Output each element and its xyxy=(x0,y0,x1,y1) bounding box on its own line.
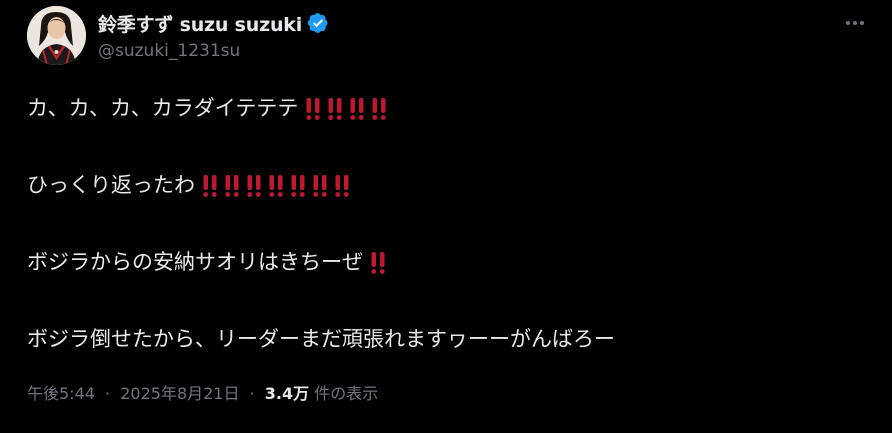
double-exclamation-icon xyxy=(326,96,344,122)
double-exclamation-icon xyxy=(304,96,322,122)
tweet-paragraph-4: ボジラ倒せたから、リーダーまだ頑張れますヮーーがんばろー xyxy=(27,319,872,358)
emoji-group xyxy=(300,89,388,127)
double-exclamation-icon xyxy=(333,173,351,199)
verified-badge-icon xyxy=(307,12,329,34)
double-exclamation-icon xyxy=(311,173,329,199)
separator: · xyxy=(105,384,111,403)
handle[interactable]: @suzuki_1231su xyxy=(98,41,329,61)
more-options-icon[interactable] xyxy=(838,6,872,40)
double-exclamation-icon xyxy=(348,96,366,122)
emoji-group xyxy=(197,166,351,204)
display-name[interactable]: 鈴季すず suzu suzuki xyxy=(98,10,302,37)
tweet-header: 鈴季すず suzu suzuki @suzuki_1231su xyxy=(27,6,872,66)
double-exclamation-icon xyxy=(201,173,219,199)
tweet-time[interactable]: 午後5:44 xyxy=(27,384,95,403)
tweet-card: 鈴季すず suzu suzuki @suzuki_1231su カ、カ、カ、カラ… xyxy=(0,0,892,433)
paragraph-text: ひっくり返ったわ xyxy=(27,173,195,197)
paragraph-text: ボジラからの安納サオリはきちーぜ xyxy=(27,250,363,274)
avatar[interactable] xyxy=(27,6,86,65)
double-exclamation-icon xyxy=(370,96,388,122)
tweet-paragraph-2: ひっくり返ったわ xyxy=(27,165,872,204)
double-exclamation-icon xyxy=(267,173,285,199)
name-row: 鈴季すず suzu suzuki xyxy=(98,10,329,36)
double-exclamation-icon xyxy=(245,173,263,199)
double-exclamation-icon xyxy=(223,173,241,199)
tweet-paragraph-3: ボジラからの安納サオリはきちーぜ xyxy=(27,242,872,281)
views-label: 件の表示 xyxy=(314,384,379,403)
tweet-text: カ、カ、カ、カラダイテテテ ひっくり返ったわ ボジラからの安納サオリはきちーぜ … xyxy=(27,88,872,396)
author-names: 鈴季すず suzu suzuki @suzuki_1231su xyxy=(98,10,329,61)
emoji-group xyxy=(365,243,387,281)
tweet-paragraph-1: カ、カ、カ、カラダイテテテ xyxy=(27,88,872,127)
double-exclamation-icon xyxy=(369,250,387,276)
paragraph-text: カ、カ、カ、カラダイテテテ xyxy=(27,96,299,120)
tweet-meta: 午後5:44 · 2025年8月21日 · 3.4万 件の表示 xyxy=(27,380,378,404)
views-count[interactable]: 3.4万 xyxy=(265,384,309,403)
separator: · xyxy=(249,384,255,403)
paragraph-text: ボジラ倒せたから、リーダーまだ頑張れますヮーーがんばろー xyxy=(27,327,615,351)
tweet-date[interactable]: 2025年8月21日 xyxy=(120,384,239,403)
double-exclamation-icon xyxy=(289,173,307,199)
